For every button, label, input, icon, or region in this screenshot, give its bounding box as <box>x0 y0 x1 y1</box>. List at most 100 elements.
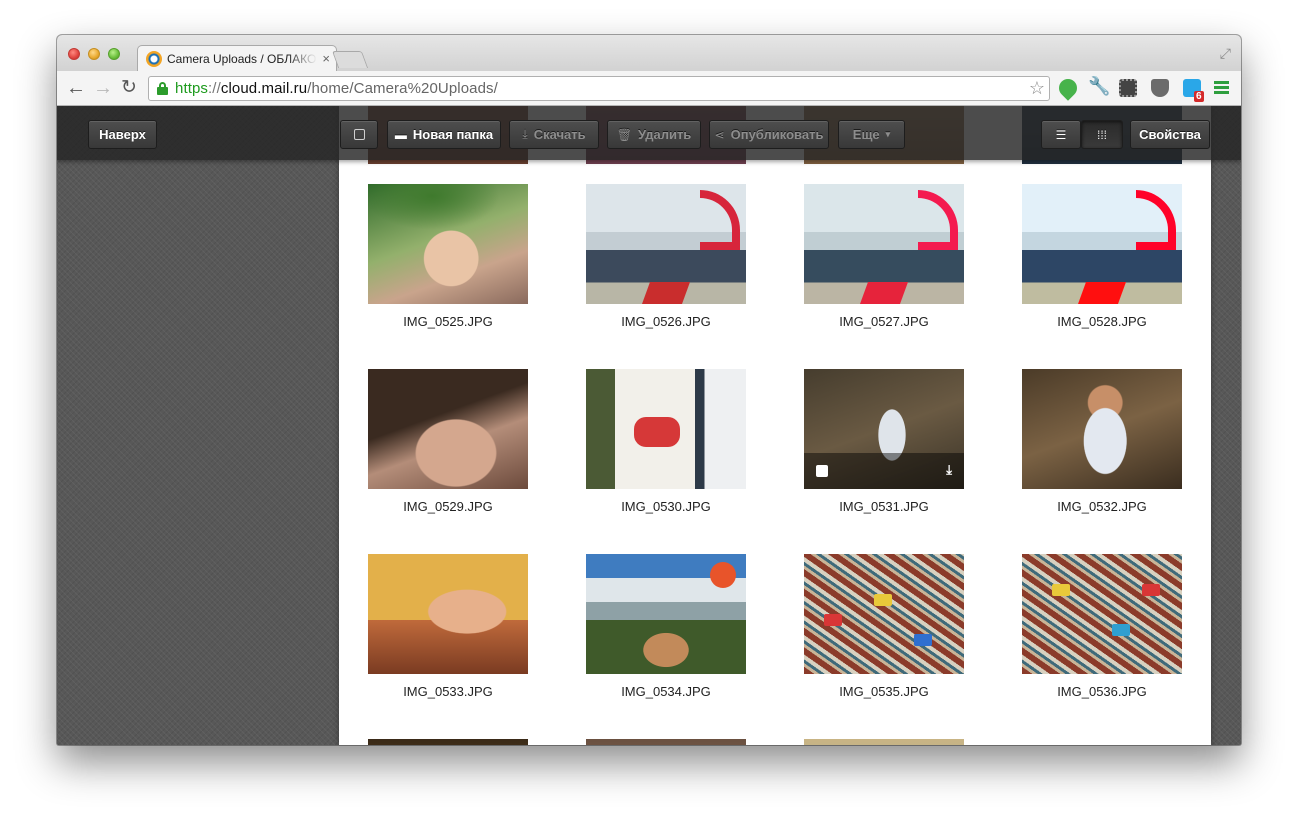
thumbnail-tile[interactable]: IMG_0528.JPG <box>1022 184 1182 329</box>
url-host: cloud.mail.ru <box>220 80 308 97</box>
trash-icon: 🗑 <box>616 127 632 142</box>
thumbnail-tile[interactable]: IMG_0532.JPG <box>1022 369 1182 514</box>
file-name[interactable]: IMG_0527.JPG <box>804 314 964 329</box>
file-name[interactable]: IMG_0525.JPG <box>368 314 528 329</box>
address-bar[interactable]: https://cloud.mail.ru/home/Camera%20Uplo… <box>148 76 1050 101</box>
publish-button[interactable]: ⋖ Опубликовать <box>709 120 829 149</box>
file-name[interactable]: IMG_0534.JPG <box>586 684 746 699</box>
thumbnail-hover-bar: ⤓ <box>804 453 964 489</box>
file-name[interactable]: IMG_0533.JPG <box>368 684 528 699</box>
file-name[interactable]: IMG_0536.JPG <box>1022 684 1182 699</box>
back-button[interactable]: ← <box>66 77 86 99</box>
reload-button[interactable]: ↻ <box>121 77 137 99</box>
photo-thumbnail[interactable] <box>1022 554 1182 674</box>
list-icon: ☰ <box>1055 127 1067 142</box>
grid-icon: ⁞⁞⁞ <box>1096 127 1107 142</box>
file-name[interactable]: IMG_0531.JPG <box>804 499 964 514</box>
thumbnail-tile[interactable]: IMG_0530.JPG <box>586 369 746 514</box>
photo-thumbnail[interactable] <box>804 554 964 674</box>
checkbox-icon <box>353 129 365 140</box>
photo-thumbnail[interactable] <box>586 554 746 674</box>
thumbnail-tile[interactable]: ⤓ IMG_0531.JPG <box>804 369 964 514</box>
url-separator: :// <box>208 80 221 97</box>
grid-view-button[interactable]: ⁞⁞⁞ <box>1081 120 1123 149</box>
delete-button[interactable]: 🗑 Удалить <box>607 120 701 149</box>
thumbnail-tile[interactable]: IMG_0533.JPG <box>368 554 528 699</box>
bookmark-star-icon[interactable]: ☆ <box>1029 78 1045 99</box>
download-button[interactable]: ⤓ Скачать <box>509 120 599 149</box>
file-name[interactable]: IMG_0532.JPG <box>1022 499 1182 514</box>
fullscreen-icon[interactable]: ⤢ <box>1220 45 1231 62</box>
photo-thumbnail[interactable] <box>368 554 528 674</box>
folder-icon: ▬ <box>394 127 407 142</box>
thumbnail-tile[interactable]: IMG_0534.JPG <box>586 554 746 699</box>
new-tab-button[interactable] <box>331 51 369 68</box>
url-text[interactable]: https://cloud.mail.ru/home/Camera%20Uplo… <box>175 80 498 97</box>
up-button[interactable]: Наверх <box>88 120 157 149</box>
list-view-button[interactable]: ☰ <box>1041 120 1081 149</box>
photo-thumbnail[interactable] <box>586 184 746 304</box>
thumbnail-tile[interactable]: IMG_0535.JPG <box>804 554 964 699</box>
window-minimize-button[interactable] <box>88 48 100 60</box>
delete-label: Удалить <box>637 127 692 142</box>
url-scheme: https <box>175 80 209 97</box>
file-name[interactable]: IMG_0529.JPG <box>368 499 528 514</box>
download-icon[interactable]: ⤓ <box>946 462 952 478</box>
more-dropdown[interactable]: Еще ▾ <box>838 120 905 149</box>
thumbnail-tile[interactable]: IMG_0529.JPG <box>368 369 528 514</box>
window-close-button[interactable] <box>68 48 80 60</box>
file-name[interactable]: IMG_0528.JPG <box>1022 314 1182 329</box>
chevron-down-icon: ▾ <box>885 129 891 139</box>
tab-strip: Camera Uploads / ОБЛАКО × ⤢ <box>57 35 1241 71</box>
mail-unread-badge: 6 <box>1194 91 1204 102</box>
lock-icon <box>157 82 168 95</box>
browser-menu-icon[interactable] <box>1214 81 1229 95</box>
photo-thumbnail[interactable] <box>368 369 528 489</box>
window-zoom-button[interactable] <box>108 48 120 60</box>
file-name[interactable]: IMG_0526.JPG <box>586 314 746 329</box>
photo-thumbnail[interactable] <box>804 739 964 745</box>
share-icon: ⋖ <box>714 127 725 142</box>
photo-thumbnail[interactable] <box>586 739 746 745</box>
select-checkbox[interactable] <box>816 465 828 477</box>
extension-icon[interactable] <box>1119 79 1137 97</box>
photo-thumbnail[interactable] <box>1022 369 1182 489</box>
thumbnail-tile[interactable]: IMG_0525.JPG <box>368 184 528 329</box>
thumbnail-tile[interactable] <box>586 739 746 745</box>
photo-thumbnail[interactable] <box>804 184 964 304</box>
photo-thumbnail[interactable] <box>368 184 528 304</box>
file-name[interactable]: IMG_0535.JPG <box>804 684 964 699</box>
mail-ru-favicon-icon <box>146 50 162 67</box>
thumbnail-tile[interactable] <box>804 739 964 745</box>
browser-window: Camera Uploads / ОБЛАКО × ⤢ ← → ↻ https:… <box>57 35 1241 745</box>
browser-tab[interactable]: Camera Uploads / ОБЛАКО × <box>137 45 337 71</box>
thumbnail-tile[interactable]: IMG_0536.JPG <box>1022 554 1182 699</box>
select-all-checkbox[interactable] <box>340 120 378 149</box>
photo-thumbnail[interactable]: ⤓ <box>804 369 964 489</box>
download-icon: ⤓ <box>522 127 528 141</box>
up-button-label: Наверх <box>99 127 146 142</box>
photo-thumbnail[interactable] <box>368 739 528 745</box>
tab-close-icon[interactable]: × <box>322 51 330 66</box>
new-folder-button[interactable]: ▬ Новая папка <box>387 120 501 149</box>
properties-button[interactable]: Свойства <box>1130 120 1210 149</box>
wrench-icon[interactable]: 🔧 <box>1088 76 1110 96</box>
browser-toolbar: ← → ↻ https://cloud.mail.ru/home/Camera%… <box>57 71 1241 106</box>
new-folder-label: Новая папка <box>412 127 494 142</box>
properties-label: Свойства <box>1139 127 1201 142</box>
publish-label: Опубликовать <box>730 127 824 142</box>
thumbnail-tile[interactable]: IMG_0526.JPG <box>586 184 746 329</box>
page-background: IMG_0525.JPG IMG_0526.JPG IMG_0527.JPG I… <box>57 106 1241 745</box>
photo-thumbnail[interactable] <box>586 369 746 489</box>
thumbnail-tile[interactable]: IMG_0527.JPG <box>804 184 964 329</box>
photo-thumbnail[interactable] <box>1022 184 1182 304</box>
pocket-icon[interactable] <box>1151 79 1169 97</box>
more-label: Еще <box>852 127 880 142</box>
evernote-extension-icon[interactable] <box>1055 75 1081 101</box>
url-path: /home/Camera%20Uploads/ <box>307 80 498 97</box>
forward-button[interactable]: → <box>93 77 113 99</box>
download-label: Скачать <box>533 127 586 142</box>
file-toolbar: Наверх ▬ Новая папка ⤓ Скачать 🗑 Удалить… <box>57 106 1241 160</box>
file-name[interactable]: IMG_0530.JPG <box>586 499 746 514</box>
thumbnail-tile[interactable] <box>368 739 528 745</box>
